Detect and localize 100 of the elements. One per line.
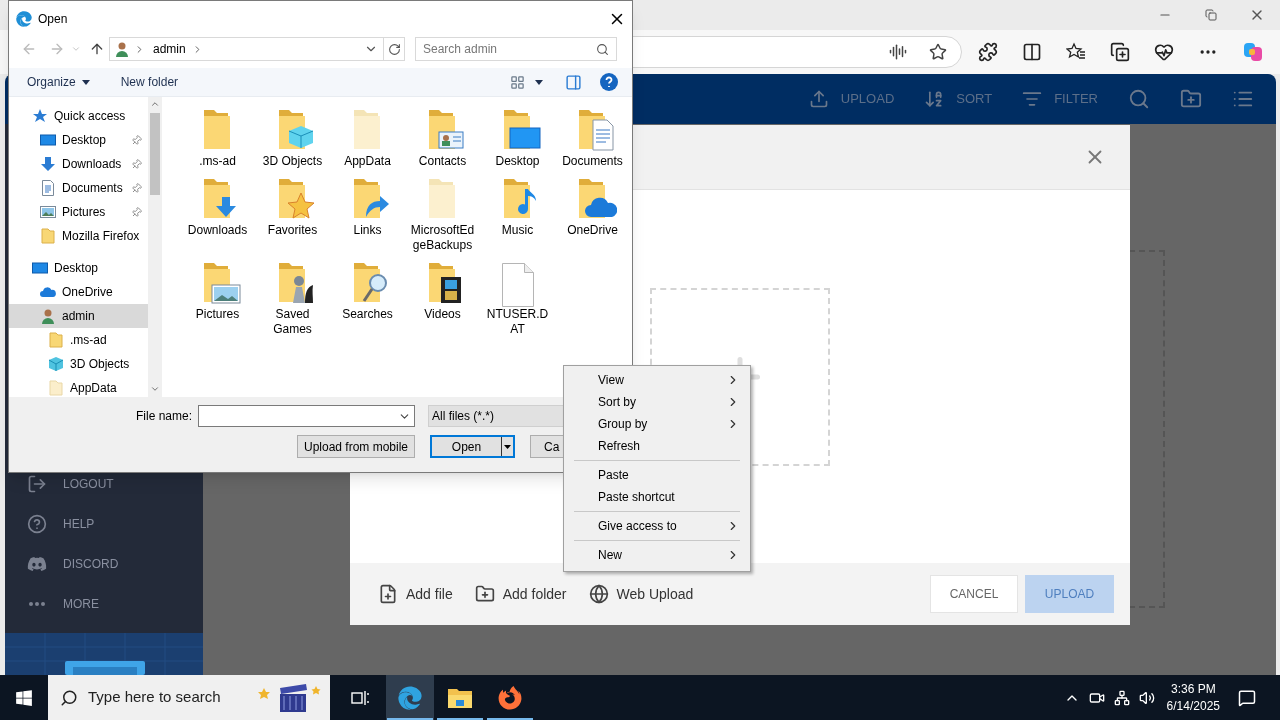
split-screen-icon[interactable] <box>1022 42 1042 62</box>
file-item[interactable]: OneDrive <box>555 175 630 259</box>
file-item[interactable]: .ms-ad <box>180 106 255 175</box>
file-item[interactable]: NTUSER.DAT <box>480 259 555 343</box>
file-item[interactable]: Documents <box>555 106 630 175</box>
search-field[interactable]: Search admin <box>415 37 617 61</box>
file-item[interactable]: Desktop <box>480 106 555 175</box>
dialog-button[interactable]: Open <box>430 435 516 458</box>
file-item[interactable]: AppData <box>330 106 405 175</box>
nav-item[interactable]: Mozilla Firefox <box>9 224 148 248</box>
folder-icon[interactable] <box>447 686 473 709</box>
nav-item[interactable]: OneDrive <box>9 280 148 304</box>
running-indicator <box>387 718 433 720</box>
file-item[interactable]: Videos <box>405 259 480 343</box>
folder-plus-icon[interactable] <box>1180 88 1202 110</box>
view-icon[interactable] <box>510 74 525 90</box>
file-item[interactable]: Searches <box>330 259 405 343</box>
taskbar-search-field[interactable]: Type here to search <box>48 675 330 720</box>
network-icon[interactable] <box>1113 689 1130 706</box>
file-item[interactable]: 3D Objects <box>255 106 330 175</box>
menu-item[interactable]: Paste <box>564 464 750 486</box>
nav-item[interactable]: .ms-ad <box>9 328 148 352</box>
star-icon[interactable] <box>929 43 947 61</box>
organize-button[interactable]: Organize <box>27 73 90 91</box>
volume-icon[interactable] <box>1138 689 1155 706</box>
download-arrow-icon <box>40 156 56 172</box>
sort-az-icon <box>924 89 945 109</box>
clock-time[interactable]: 3:36 PM <box>1170 680 1216 698</box>
nav-item[interactable]: AppData <box>9 376 148 397</box>
caret-icon[interactable] <box>535 79 543 85</box>
nav-item[interactable]: Documents <box>9 176 148 200</box>
browser-icon <box>16 10 32 27</box>
file-name-field[interactable] <box>198 405 415 427</box>
sidebar-item[interactable]: LOGOUT <box>5 464 203 504</box>
menu-item[interactable]: Paste shortcut <box>564 486 750 508</box>
nav-item[interactable]: Quick access <box>9 104 148 128</box>
sidebar-item[interactable]: HELP <box>5 504 203 544</box>
preview-pane-icon[interactable] <box>565 73 582 91</box>
star-list-icon[interactable] <box>1066 42 1086 62</box>
running-indicator <box>437 718 483 720</box>
refresh-icon[interactable] <box>387 42 401 56</box>
file-item[interactable]: Music <box>480 175 555 259</box>
folder-icon <box>48 332 64 348</box>
file-item[interactable]: MicrosoftEdgeBackups <box>405 175 480 259</box>
cube-icon <box>48 356 64 372</box>
search-icon <box>60 688 78 707</box>
person-icon <box>114 41 130 57</box>
search-icon[interactable] <box>1128 88 1150 110</box>
file-item[interactable]: Contacts <box>405 106 480 175</box>
address-field[interactable]: admin <box>109 37 405 61</box>
caret-icon <box>81 79 90 85</box>
sidebar-item[interactable]: DISCORD <box>5 544 203 584</box>
add-file-button[interactable]: Add file <box>378 583 453 605</box>
read-aloud-icon[interactable] <box>889 43 907 61</box>
nav-item[interactable]: Desktop <box>9 128 148 152</box>
file-name-label: File name: <box>134 408 192 425</box>
add-folder-button[interactable]: Add folder <box>474 583 567 605</box>
scrollbar[interactable] <box>148 97 162 397</box>
nav-item[interactable]: Pictures <box>9 200 148 224</box>
web-upload-button[interactable]: Web Upload <box>588 583 694 605</box>
colorful-logo-icon[interactable] <box>1242 41 1264 63</box>
clock-date[interactable]: 6/14/2025 <box>1166 697 1220 715</box>
heart-pulse-icon[interactable] <box>1154 42 1174 62</box>
nav-item[interactable]: Downloads <box>9 152 148 176</box>
scroll-down-icon[interactable] <box>150 384 160 394</box>
up-icon[interactable] <box>89 41 105 57</box>
collections-icon[interactable] <box>1110 42 1130 62</box>
file-item[interactable]: Pictures <box>180 259 255 343</box>
breadcrumb-item[interactable]: admin <box>153 40 186 58</box>
monitor-icon <box>40 132 56 148</box>
dialog-title: Open <box>38 10 68 28</box>
menu-item[interactable]: Give access to <box>564 515 750 537</box>
file-item[interactable]: Downloads <box>180 175 255 259</box>
nav-item[interactable]: Desktop <box>9 256 148 280</box>
menu-item[interactable]: Refresh <box>564 435 750 457</box>
task-view-icon[interactable] <box>351 689 369 706</box>
menu-item[interactable]: View <box>564 369 750 391</box>
globe-icon <box>588 584 609 604</box>
file-item[interactable]: Links <box>330 175 405 259</box>
ellipsis-icon <box>29 602 45 606</box>
file-item[interactable]: Favorites <box>255 175 330 259</box>
notifications-icon[interactable] <box>1238 688 1256 707</box>
help-icon[interactable] <box>600 73 618 91</box>
cloud-icon <box>40 284 56 300</box>
scrollbar-thumb[interactable] <box>150 113 160 195</box>
cancel-button[interactable]: CANCEL <box>930 575 1018 613</box>
puzzle-icon[interactable] <box>978 42 998 62</box>
nav-item[interactable]: 3D Objects <box>9 352 148 376</box>
search-icon <box>596 42 609 56</box>
browser-icon[interactable] <box>398 685 422 710</box>
sidebar-item[interactable]: MORE <box>5 584 203 624</box>
new-folder-button[interactable]: New folder <box>120 73 179 91</box>
menu-item[interactable]: New <box>564 544 750 566</box>
nav-item[interactable]: admin <box>9 304 148 328</box>
monitor-icon <box>32 260 48 276</box>
dialog-button[interactable]: Upload from mobile <box>297 435 416 458</box>
browser-icon[interactable] <box>498 685 522 710</box>
image-icon <box>40 204 56 220</box>
file-item[interactable]: Saved Games <box>255 259 330 343</box>
scroll-up-icon[interactable] <box>150 99 160 109</box>
